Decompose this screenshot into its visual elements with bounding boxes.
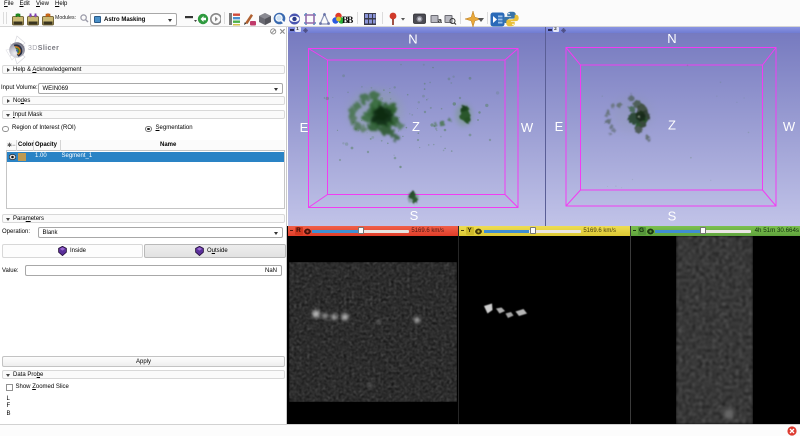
svg-text:S: S xyxy=(668,209,677,224)
svg-text:B: B xyxy=(347,16,354,26)
svg-text:E: E xyxy=(300,120,309,135)
svg-text:N: N xyxy=(667,31,676,46)
svg-text:W: W xyxy=(783,119,796,134)
svg-text:W: W xyxy=(521,120,534,135)
svg-text:N: N xyxy=(408,32,417,47)
svg-text:Z: Z xyxy=(412,119,420,134)
svg-text:Z: Z xyxy=(668,118,676,133)
svg-text:S: S xyxy=(410,208,419,223)
svg-text:E: E xyxy=(555,119,564,134)
svg-text:a: a xyxy=(438,18,442,25)
